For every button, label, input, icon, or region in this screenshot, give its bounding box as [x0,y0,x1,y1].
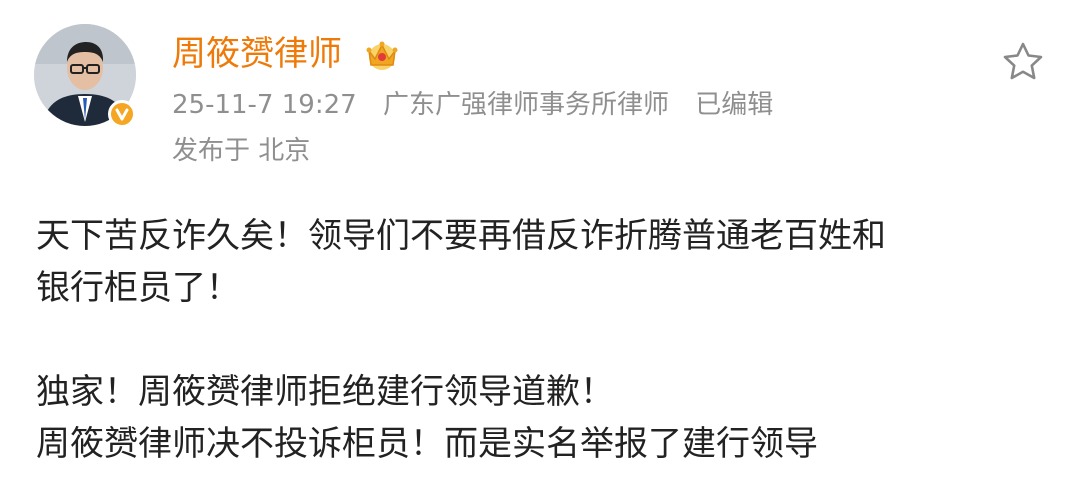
post-timestamp[interactable]: 25-11-7 19:27 [172,90,357,120]
content-line: 银行柜员了！ [36,268,240,308]
post-location: 发布于 北京 [172,136,311,166]
content-line: 天下苦反诈久矣！领导们不要再借反诈折腾普通老百姓和 [36,216,886,256]
star-outline-icon[interactable] [1002,41,1044,81]
post-meta: 25-11-7 19:27 广东广强律师事务所律师 已编辑 [172,86,791,124]
verified-badge-icon [108,100,136,128]
post-content: 天下苦反诈久矣！领导们不要再借反诈折腾普通老百姓和 银行柜员了！ 独家！周筱赟律… [36,210,1046,470]
crown-icon [366,41,398,70]
content-line: 独家！周筱赟律师拒绝建行领导道歉！ [36,372,614,412]
content-line: 周筱赟律师决不投诉柜员！而是实名举报了建行领导 [36,424,818,464]
verification-label: 广东广强律师事务所律师 [382,90,669,120]
edited-label[interactable]: 已编辑 [695,90,773,120]
author-name[interactable]: 周筱赟律师 [172,32,342,76]
